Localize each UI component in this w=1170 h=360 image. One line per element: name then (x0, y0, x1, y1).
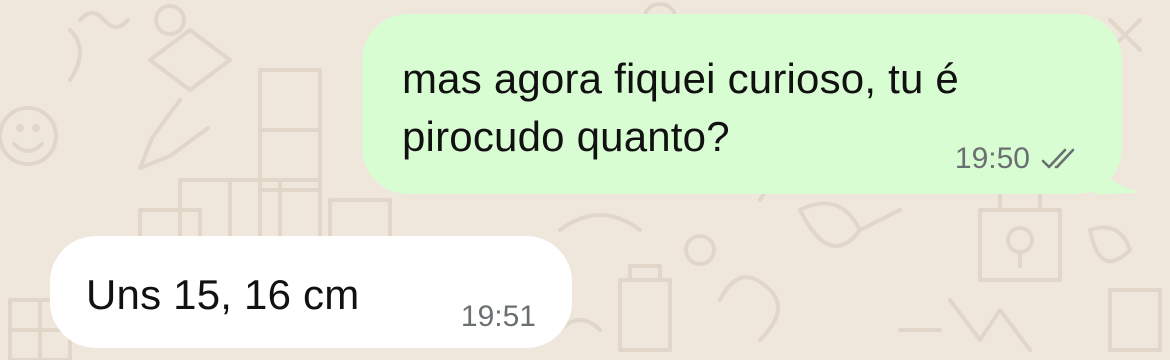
message-line: mas agora fiquei curioso, tu é (402, 55, 959, 102)
message-line: pirocudo quanto? (402, 113, 730, 160)
incoming-message-bubble[interactable]: Uns 15, 16 cm 19:51 (50, 236, 572, 348)
outgoing-message-bubble[interactable]: mas agora fiquei curioso, tu é pirocudo q… (362, 14, 1142, 194)
message-time: 19:51 (460, 300, 536, 333)
message-time: 19:50 (954, 142, 1030, 175)
bubble-tail (1094, 150, 1142, 194)
message-line: Uns 15, 16 cm (86, 271, 360, 318)
message-meta: 19:50 (955, 142, 1082, 176)
double-check-read-icon (1041, 148, 1075, 169)
message-meta: 19:51 (461, 300, 536, 334)
